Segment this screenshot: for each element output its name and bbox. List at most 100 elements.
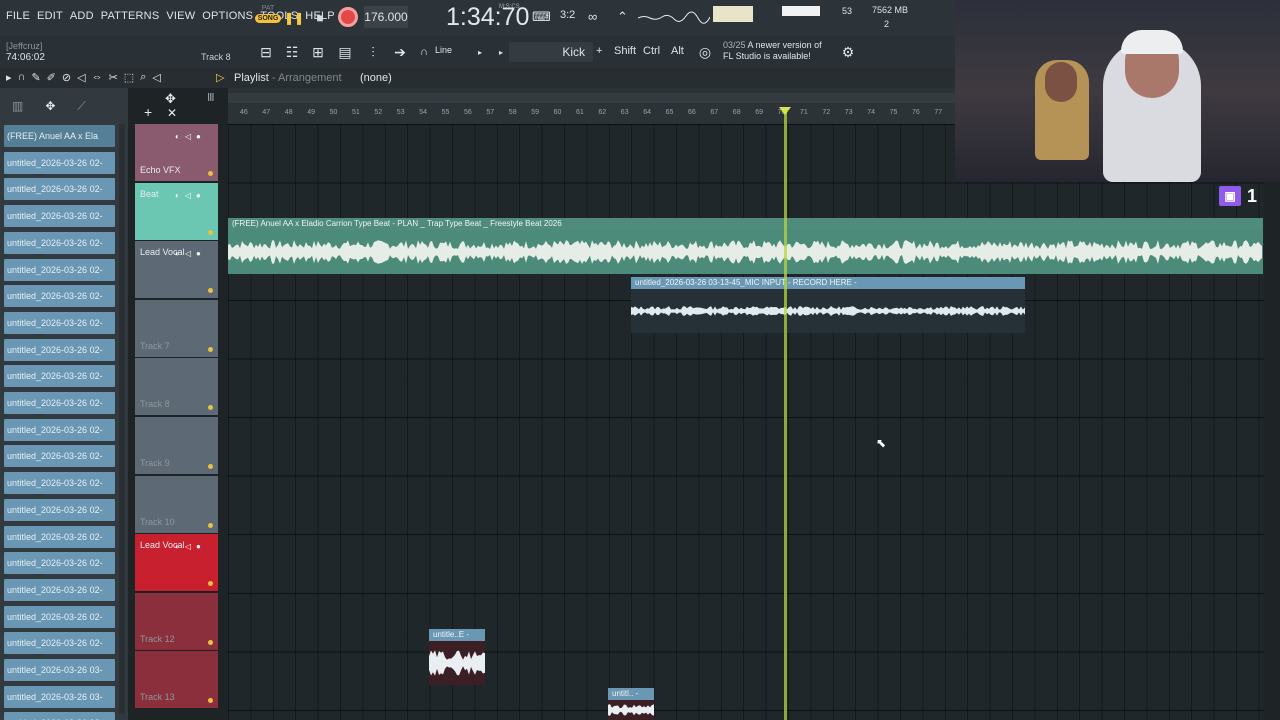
pat-label[interactable]: PAT (255, 5, 281, 12)
snap-dropdown-icon[interactable]: ▸ (470, 42, 490, 62)
track-header[interactable]: Beat ◐◁● (135, 182, 218, 241)
play-arrow-icon[interactable]: ▸ (6, 71, 12, 84)
track-led-icon[interactable] (208, 171, 213, 176)
pause-button[interactable]: ❚❚ (284, 8, 304, 28)
alt-key[interactable]: Alt (671, 45, 684, 57)
track-led-icon[interactable] (208, 522, 213, 528)
browser-tab-icon[interactable]: ▥ (12, 99, 23, 113)
track-controls-icon[interactable]: ◐◁● (175, 191, 206, 200)
browser-clip-item[interactable]: untitled_2026-03-26 02- (4, 338, 115, 361)
news-icon[interactable]: ◎ (695, 42, 715, 62)
browser-clip-item[interactable]: untitled_2026-03-26 03- (4, 712, 115, 720)
track-header[interactable]: Track 10 (135, 475, 218, 534)
close-icon[interactable]: ✕ (167, 106, 177, 120)
menu-add[interactable]: ADD (70, 10, 94, 22)
browser-clip-item[interactable]: untitled_2026-03-26 02- (4, 498, 115, 521)
channel-selector[interactable]: Kick (509, 42, 593, 62)
track-controls-icon[interactable]: ◐◁● (175, 542, 206, 551)
track-controls-icon[interactable]: ◐◁● (175, 132, 206, 141)
browser-clip-item[interactable]: untitled_2026-03-26 02- (4, 311, 115, 334)
track-header[interactable]: Track 7 (135, 299, 218, 358)
browser-scrollbar[interactable] (119, 124, 125, 714)
menu-view[interactable]: VIEW (166, 10, 195, 22)
shift-key[interactable]: Shift (614, 45, 636, 57)
track-header[interactable]: Lead Vocal ◐◁● (135, 534, 218, 593)
menu-options[interactable]: OPTIONS (202, 10, 253, 22)
playlist-grid[interactable] (228, 124, 1264, 720)
track-header[interactable]: Echo VFX ◐◁● (135, 124, 218, 182)
menu-patterns[interactable]: PATTERNS (101, 10, 160, 22)
menu-edit[interactable]: EDIT (37, 10, 63, 22)
piano-roll-icon[interactable]: ⊞ (308, 42, 328, 62)
browser-clip-item[interactable]: untitled_2026-03-26 02- (4, 365, 115, 388)
track-header[interactable]: Lead Vocal ◐◁● (135, 241, 218, 300)
browser-clip-item[interactable]: untitled_2026-03-26 02- (4, 525, 115, 548)
browser-clip-item[interactable]: untitled_2026-03-26 02- (4, 445, 115, 468)
delete-icon[interactable]: ⊘ (62, 71, 71, 84)
track-led-icon[interactable] (208, 405, 213, 411)
browser-clip-item[interactable]: untitled_2026-03-26 02- (4, 552, 115, 575)
playlist-window-icon[interactable]: ⊟ (256, 42, 276, 62)
track-led-icon[interactable] (208, 346, 213, 352)
browser-clip-item[interactable]: untitled_2026-03-26 03- (4, 659, 115, 681)
pat-song-toggle[interactable]: PAT SONG (255, 5, 281, 23)
browser-icon[interactable]: ▤ (335, 42, 355, 62)
pattern-selector[interactable]: (none) (360, 72, 392, 84)
track-header[interactable]: Track 13 (135, 651, 218, 710)
playback-icon[interactable]: ◁ (152, 71, 160, 84)
channel-rack-icon[interactable]: ☷ (282, 42, 302, 62)
track-header[interactable]: Track 12 (135, 592, 218, 651)
snap-selector[interactable]: Line (435, 45, 452, 55)
play-preview-icon[interactable]: ▸ (491, 42, 511, 62)
slip-icon[interactable]: ⇔ (92, 71, 103, 84)
small-clip-2[interactable]: untitl.. - (608, 688, 654, 720)
track-led-icon[interactable] (208, 229, 213, 235)
browser-clip-item[interactable]: untitled_2026-03-26 02- (4, 418, 115, 441)
browser-clip-item[interactable]: untitled_2026-03-26 02- (4, 258, 115, 281)
add-track-icon[interactable]: + (144, 104, 152, 120)
vocal-audio-clip[interactable]: untitled_2026-03-26 03-13-45_MIC INPUT -… (631, 277, 1025, 333)
track-controls-icon[interactable]: ◐◁● (175, 249, 206, 258)
browser-pin-icon[interactable]: ✥ (45, 99, 55, 113)
browser-link-icon[interactable]: ⟋ (77, 99, 85, 114)
browser-clip-item[interactable]: (FREE) Anuel AA x Ela (4, 125, 115, 147)
zoom-icon[interactable]: ⌕ (140, 71, 146, 84)
browser-clip-item[interactable]: untitled_2026-03-26 02- (4, 392, 115, 414)
stop-button[interactable]: ■ (310, 8, 330, 28)
browser-clip-item[interactable]: untitled_2026-03-26 02- (4, 285, 115, 308)
select-icon[interactable]: ⬚ (124, 71, 134, 84)
browser-clip-item[interactable]: untitled_2026-03-26 03- (4, 685, 115, 708)
browser-clip-item[interactable]: untitled_2026-03-26 02- (4, 632, 115, 655)
mixer-icon[interactable]: ⫶ (363, 42, 383, 62)
tempo-display[interactable]: 176.000 (364, 6, 408, 28)
cpu-tool-icon[interactable]: ⚙ (838, 42, 858, 62)
track-led-icon[interactable] (208, 581, 213, 587)
browser-clip-item[interactable]: untitled_2026-03-26 02- (4, 578, 115, 601)
pencil-icon[interactable]: ✎ (31, 71, 40, 84)
browser-clip-item[interactable]: untitled_2026-03-26 02- (4, 472, 115, 495)
playhead[interactable] (784, 108, 787, 720)
song-label[interactable]: SONG (255, 14, 281, 23)
step-edit-icon[interactable]: 3:2 (560, 9, 575, 21)
update-notice[interactable]: 03/25 A newer version of FL Studio is av… (723, 40, 822, 62)
beat-audio-clip[interactable]: (FREE) Anuel AA x Eladio Carrion Type Be… (228, 218, 1263, 274)
track-header[interactable]: Track 8 (135, 358, 218, 417)
arrow-right-icon[interactable]: ➔ (390, 42, 410, 62)
browser-clip-item[interactable]: untitled_2026-03-26 02- (4, 231, 115, 254)
magnet-icon[interactable]: ∩ (414, 42, 434, 62)
track-header[interactable]: Track 9 (135, 417, 218, 475)
track-led-icon[interactable] (208, 288, 213, 294)
playlist-overview-scroll[interactable] (228, 93, 955, 103)
record-button[interactable] (338, 7, 358, 27)
browser-clip-item[interactable]: untitled_2026-03-26 02- (4, 151, 115, 174)
browser-clip-item[interactable]: untitled_2026-03-26 02- (4, 178, 115, 201)
playlist-menu-icon[interactable]: ▷ (216, 71, 224, 84)
menu-file[interactable]: FILE (6, 10, 30, 22)
ctrl-key[interactable]: Ctrl (643, 45, 660, 57)
browser-clip-item[interactable]: untitled_2026-03-26 02- (4, 205, 115, 228)
track-led-icon[interactable] (208, 698, 213, 704)
timeline-ruler[interactable]: 46 47 48 49 50 51 52 53 54 55 56 57 58 59 60 61 62 63 64 65… (228, 88, 955, 124)
track-led-icon[interactable] (208, 639, 213, 645)
browser-clip-item[interactable]: untitled_2026-03-26 02- (4, 605, 115, 628)
move-icon[interactable]: ✥ (165, 91, 176, 107)
